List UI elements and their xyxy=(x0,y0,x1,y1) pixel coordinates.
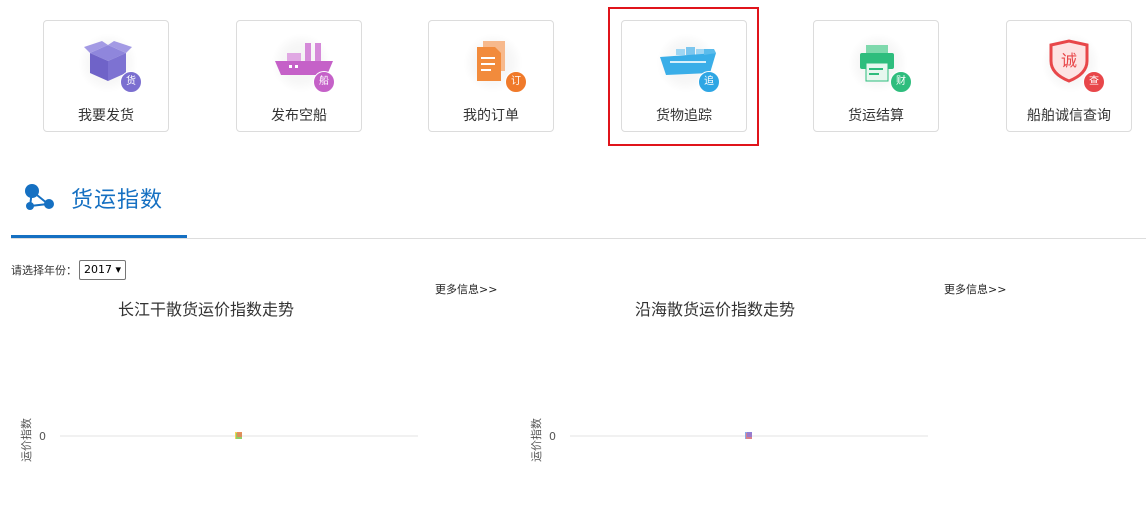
tile-badge: 船 xyxy=(313,71,335,93)
tile-badge: 查 xyxy=(1083,71,1105,93)
tile-cargo-tracking[interactable]: 追 货物追踪 xyxy=(621,20,747,132)
year-filter: 请选择年份： 2017 ▾ xyxy=(11,260,127,280)
section-active-underline xyxy=(11,235,187,238)
freight-index-section-header: 货运指数 xyxy=(0,160,1146,240)
freight-index-chart: 运价指数 0 xyxy=(529,418,928,462)
chart-title: 沿海散货运价指数走势 xyxy=(635,300,796,319)
tile-label: 船舶诚信查询 xyxy=(1027,108,1111,124)
y-tick-label: 0 xyxy=(549,430,556,443)
tile-label: 我要发货 xyxy=(78,108,134,124)
svg-text:诚: 诚 xyxy=(1061,51,1077,70)
tile-my-orders[interactable]: 订 我的订单 xyxy=(428,20,554,132)
tile-badge: 订 xyxy=(505,71,527,93)
freight-index-chart: 运价指数 0 xyxy=(19,418,418,462)
tile-freight-settlement[interactable]: 财 货运结算 xyxy=(813,20,939,132)
tile-label: 货运结算 xyxy=(848,108,904,124)
more-info-link[interactable]: 更多信息>> xyxy=(944,281,1006,297)
tile-send-goods[interactable]: 货 我要发货 xyxy=(43,20,169,132)
y-axis-label: 运价指数 xyxy=(19,418,33,462)
tile-badge: 财 xyxy=(890,71,912,93)
tile-label: 货物追踪 xyxy=(656,108,712,124)
year-filter-label: 请选择年份： xyxy=(11,264,77,277)
tile-badge: 货 xyxy=(120,71,142,93)
year-select-value: 2017 xyxy=(84,263,112,276)
function-tiles: 货 我要发货 船 发布空船 订 我的订单 追 货物追踪 财 货运结算 诚 查 船… xyxy=(0,0,1146,150)
network-nodes-icon xyxy=(25,184,54,210)
section-divider xyxy=(11,238,1146,239)
tile-publish-empty-ship[interactable]: 船 发布空船 xyxy=(236,20,362,132)
section-title: 货运指数 xyxy=(71,188,164,213)
page: 货 我要发货 船 发布空船 订 我的订单 追 货物追踪 财 货运结算 诚 查 船… xyxy=(0,0,1146,518)
data-point[interactable] xyxy=(235,432,242,439)
more-info-link[interactable]: 更多信息>> xyxy=(435,281,497,297)
chart-title: 长江干散货运价指数走势 xyxy=(118,300,295,319)
tile-ship-credit-query[interactable]: 诚 查 船舶诚信查询 xyxy=(1006,20,1132,132)
data-point[interactable] xyxy=(745,432,752,439)
y-axis-label: 运价指数 xyxy=(529,418,543,462)
chevron-down-icon: ▾ xyxy=(115,263,122,276)
y-tick-label: 0 xyxy=(39,430,46,443)
tile-label: 发布空船 xyxy=(271,108,327,124)
tile-label: 我的订单 xyxy=(463,108,519,124)
year-select[interactable]: 2017 ▾ xyxy=(79,260,127,280)
tile-badge: 追 xyxy=(698,71,720,93)
